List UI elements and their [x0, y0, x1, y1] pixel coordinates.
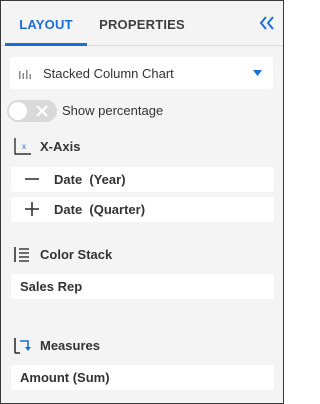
chart-type-dropdown[interactable]: Stacked Column Chart [10, 57, 273, 89]
column-chart-icon [19, 70, 31, 79]
expand-plus-icon[interactable] [25, 202, 39, 216]
layout-panel: LAYOUT PROPERTIES Stacked Column Chart S… [0, 0, 284, 404]
field-label: Date (Quarter) [54, 202, 146, 217]
collapse-panel-button[interactable] [257, 13, 277, 33]
tab-bar: LAYOUT PROPERTIES [1, 1, 283, 46]
chart-type-label: Stacked Column Chart [43, 66, 174, 81]
x-axis-field-date-quarter[interactable]: Date (Quarter) [11, 197, 274, 222]
field-label: Date (Year) [54, 172, 126, 187]
measures-field-amount-sum[interactable]: Amount (Sum) [11, 365, 274, 390]
collapse-minus-icon[interactable] [25, 172, 39, 186]
toggle-knob [9, 102, 27, 120]
x-axis-field-date-year[interactable]: Date (Year) [11, 167, 274, 192]
list-stack-icon [14, 247, 29, 262]
x-axis-icon: x [14, 138, 31, 155]
toggle-off-x-icon [36, 105, 48, 117]
field-label: Sales Rep [20, 279, 83, 294]
show-percentage-label: Show percentage [62, 103, 164, 118]
tab-layout[interactable]: LAYOUT [5, 1, 87, 46]
color-stack-field-sales-rep[interactable]: Sales Rep [11, 274, 274, 299]
x-axis-title: X-Axis [40, 139, 81, 154]
show-percentage-toggle[interactable] [7, 100, 57, 122]
measures-title: Measures [40, 338, 100, 353]
double-chevron-left-icon [259, 16, 274, 30]
field-label: Amount (Sum) [20, 370, 110, 385]
color-stack-title: Color Stack [40, 247, 113, 262]
svg-text:x: x [22, 142, 26, 151]
caret-down-icon [253, 70, 262, 76]
tab-properties[interactable]: PROPERTIES [97, 1, 187, 45]
measures-icon [14, 338, 31, 354]
